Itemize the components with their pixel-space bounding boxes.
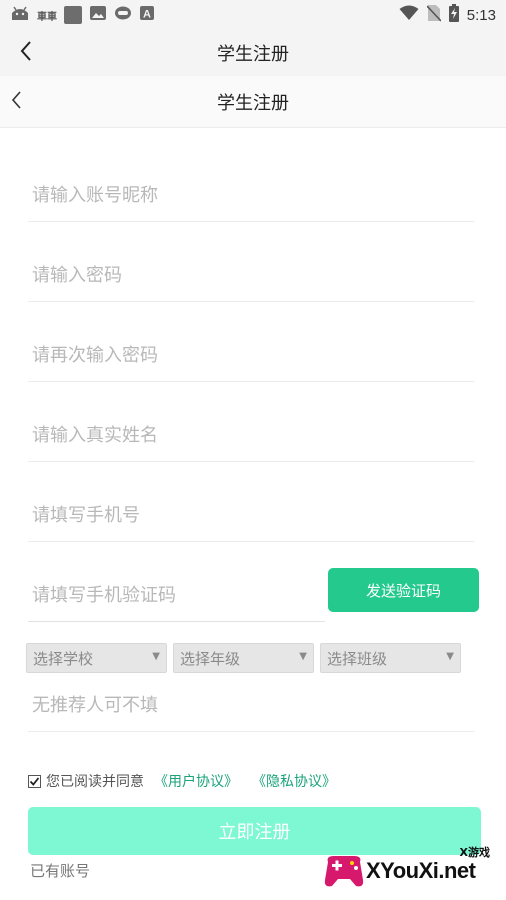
watermark-logo: X游戏 XYouXi.net (322, 844, 500, 894)
gamepad-icon (324, 856, 364, 887)
school-select[interactable]: 选择学校 ▼ (26, 643, 167, 673)
grade-select-label: 选择年级 (180, 649, 241, 668)
confirm-password-field (28, 330, 474, 382)
watermark-text: XYouXi.net (366, 858, 476, 883)
agreement-row: 您已阅读并同意 《用户协议》 《隐私协议》 (28, 770, 336, 792)
status-bar-right: 5:13 (399, 4, 496, 26)
nickname-input[interactable] (28, 185, 474, 206)
page-header: 学生注册 (0, 76, 506, 128)
real-name-field (28, 410, 474, 462)
class-select-label: 选择班级 (327, 649, 388, 668)
agreement-checkbox[interactable] (28, 774, 41, 788)
grade-select[interactable]: 选择年级 ▼ (173, 643, 314, 673)
password-input[interactable] (28, 265, 474, 286)
send-code-button[interactable]: 发送验证码 (328, 568, 479, 612)
have-account-link[interactable]: 已有账号 (30, 860, 90, 881)
referrer-field (28, 680, 474, 732)
checkmark-icon (29, 776, 40, 786)
phone-input[interactable] (28, 505, 474, 526)
page-title: 学生注册 (217, 92, 289, 114)
svg-text:A: A (143, 9, 151, 21)
status-time: 5:13 (466, 6, 496, 24)
privacy-policy-link[interactable]: 《隐私协议》 (252, 771, 336, 791)
referrer-input[interactable] (28, 695, 474, 716)
confirm-password-input[interactable] (28, 345, 474, 366)
class-select[interactable]: 选择班级 ▼ (320, 643, 461, 673)
image-icon (89, 5, 107, 25)
agreement-text: 您已阅读并同意 (46, 774, 144, 790)
school-select-label: 选择学校 (33, 649, 94, 668)
chat-bubble-icon (114, 5, 132, 25)
titlebar-title: 学生注册 (217, 44, 289, 65)
dropdown-caret-icon: ▼ (152, 651, 160, 662)
real-name-input[interactable] (28, 425, 474, 446)
nickname-field (28, 170, 474, 222)
status-bar-left: 車車 A (10, 5, 155, 25)
dropdown-caret-icon: ▼ (299, 651, 307, 662)
dropdown-caret-icon: ▼ (446, 651, 454, 662)
sms-code-field (28, 570, 325, 622)
sms-code-input[interactable] (28, 585, 325, 606)
app-title-bar: 学生注册 (0, 30, 506, 76)
wifi-icon (399, 5, 419, 25)
android-robot-icon (10, 5, 30, 25)
square-icon (64, 6, 82, 24)
status-bar: 車車 A 5:13 (0, 0, 506, 30)
battery-charging-icon (448, 4, 459, 26)
user-agreement-link[interactable]: 《用户协议》 (154, 771, 238, 791)
a-letter-icon: A (139, 5, 155, 25)
password-field (28, 250, 474, 302)
status-carrier-text: 車車 (37, 11, 57, 23)
no-sim-icon (426, 4, 442, 26)
phone-field (28, 490, 474, 542)
